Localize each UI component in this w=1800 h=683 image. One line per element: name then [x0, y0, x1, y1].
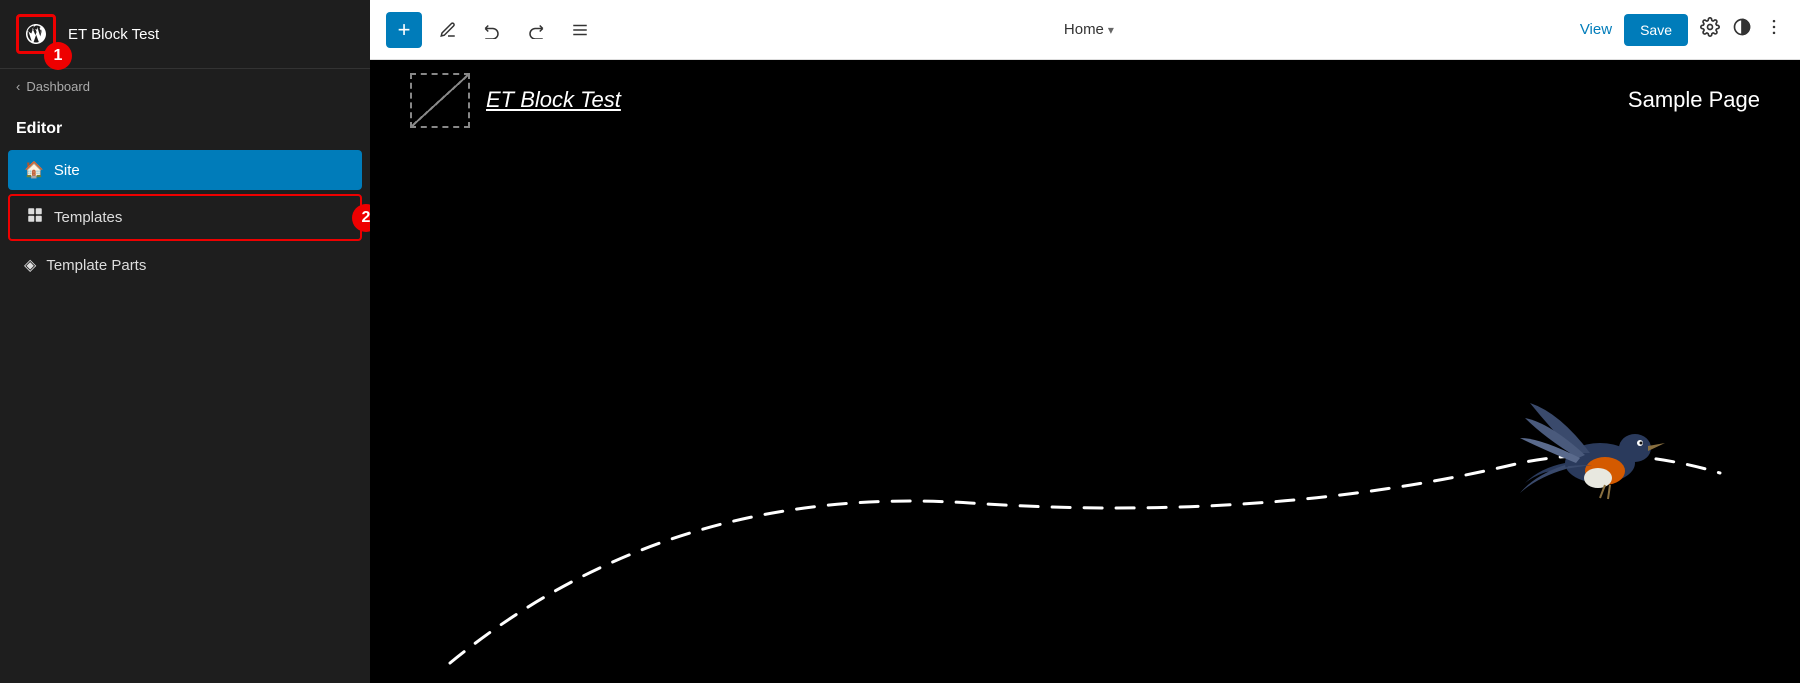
home-label: Home	[1064, 21, 1104, 38]
sidebar-item-template-parts[interactable]: ◈ Template Parts	[8, 245, 362, 285]
chevron-left-icon: ‹	[16, 79, 20, 94]
templates-icon	[26, 206, 44, 229]
canvas-area: ET Block Test Sample Page	[370, 60, 1800, 683]
badge-1: 1	[44, 42, 72, 70]
chevron-down-icon: ▾	[1108, 23, 1114, 37]
sidebar-header: 1 ET Block Test	[0, 0, 370, 69]
bird-svg	[1520, 393, 1680, 523]
home-icon: 🏠	[24, 160, 44, 180]
sidebar-item-templates[interactable]: Templates	[8, 194, 362, 241]
toolbar-left: +	[386, 12, 598, 48]
undo-button[interactable]	[474, 12, 510, 48]
add-button[interactable]: +	[386, 12, 422, 48]
canvas-site-name: ET Block Test	[486, 87, 621, 113]
settings-button[interactable]	[1700, 17, 1720, 42]
contrast-button[interactable]	[1732, 17, 1752, 42]
redo-button[interactable]	[518, 12, 554, 48]
view-button[interactable]: View	[1580, 21, 1612, 38]
edit-button[interactable]	[430, 12, 466, 48]
home-button[interactable]: Home ▾	[1064, 21, 1114, 38]
canvas-logo-area: ET Block Test	[410, 73, 621, 128]
sidebar-item-site-label: Site	[54, 162, 80, 179]
sidebar: 1 ET Block Test ‹ Dashboard Editor 🏠 Sit…	[0, 0, 370, 683]
toolbar-right: View Save	[1580, 14, 1784, 46]
sidebar-item-site[interactable]: 🏠 Site	[8, 150, 362, 190]
list-view-button[interactable]	[562, 12, 598, 48]
canvas-header: ET Block Test Sample Page	[370, 60, 1800, 140]
toolbar-center: Home ▾	[606, 21, 1572, 38]
sidebar-item-template-parts-label: Template Parts	[46, 257, 146, 274]
dashboard-label: Dashboard	[26, 79, 90, 94]
main-layout: 1 ET Block Test ‹ Dashboard Editor 🏠 Sit…	[0, 0, 1800, 683]
editor-label: Editor	[0, 104, 370, 148]
site-title: ET Block Test	[68, 26, 159, 43]
canvas-nav-page: Sample Page	[1628, 87, 1760, 113]
toolbar: +	[370, 0, 1800, 60]
dashboard-link[interactable]: ‹ Dashboard	[0, 69, 370, 104]
logo-placeholder	[410, 73, 470, 128]
sidebar-item-templates-label: Templates	[54, 209, 122, 226]
bird-illustration	[1520, 393, 1680, 523]
more-options-button[interactable]	[1764, 17, 1784, 42]
save-button[interactable]: Save	[1624, 14, 1688, 46]
template-parts-icon: ◈	[24, 255, 36, 275]
